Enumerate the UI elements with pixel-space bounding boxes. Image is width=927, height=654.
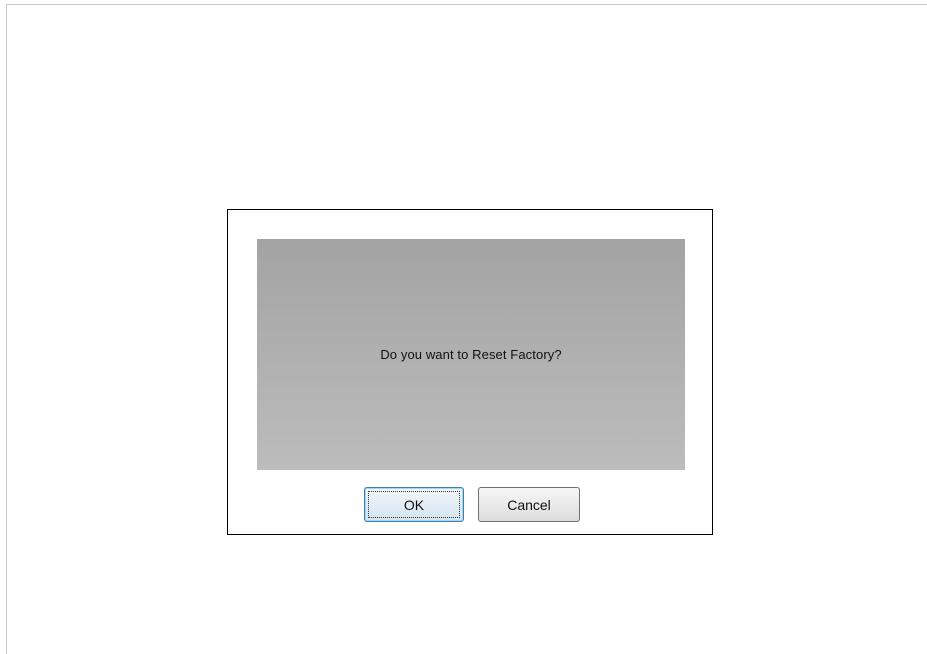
reset-factory-dialog: Do you want to Reset Factory? OK Cancel <box>227 209 713 535</box>
ok-button-label: OK <box>403 496 425 513</box>
message-panel: Do you want to Reset Factory? <box>257 239 685 470</box>
cancel-button[interactable]: Cancel <box>478 487 580 522</box>
ok-button[interactable]: OK <box>364 487 464 522</box>
dialog-message: Do you want to Reset Factory? <box>380 347 562 362</box>
page-frame: Do you want to Reset Factory? OK Cancel <box>6 4 927 654</box>
cancel-button-label: Cancel <box>507 496 551 513</box>
